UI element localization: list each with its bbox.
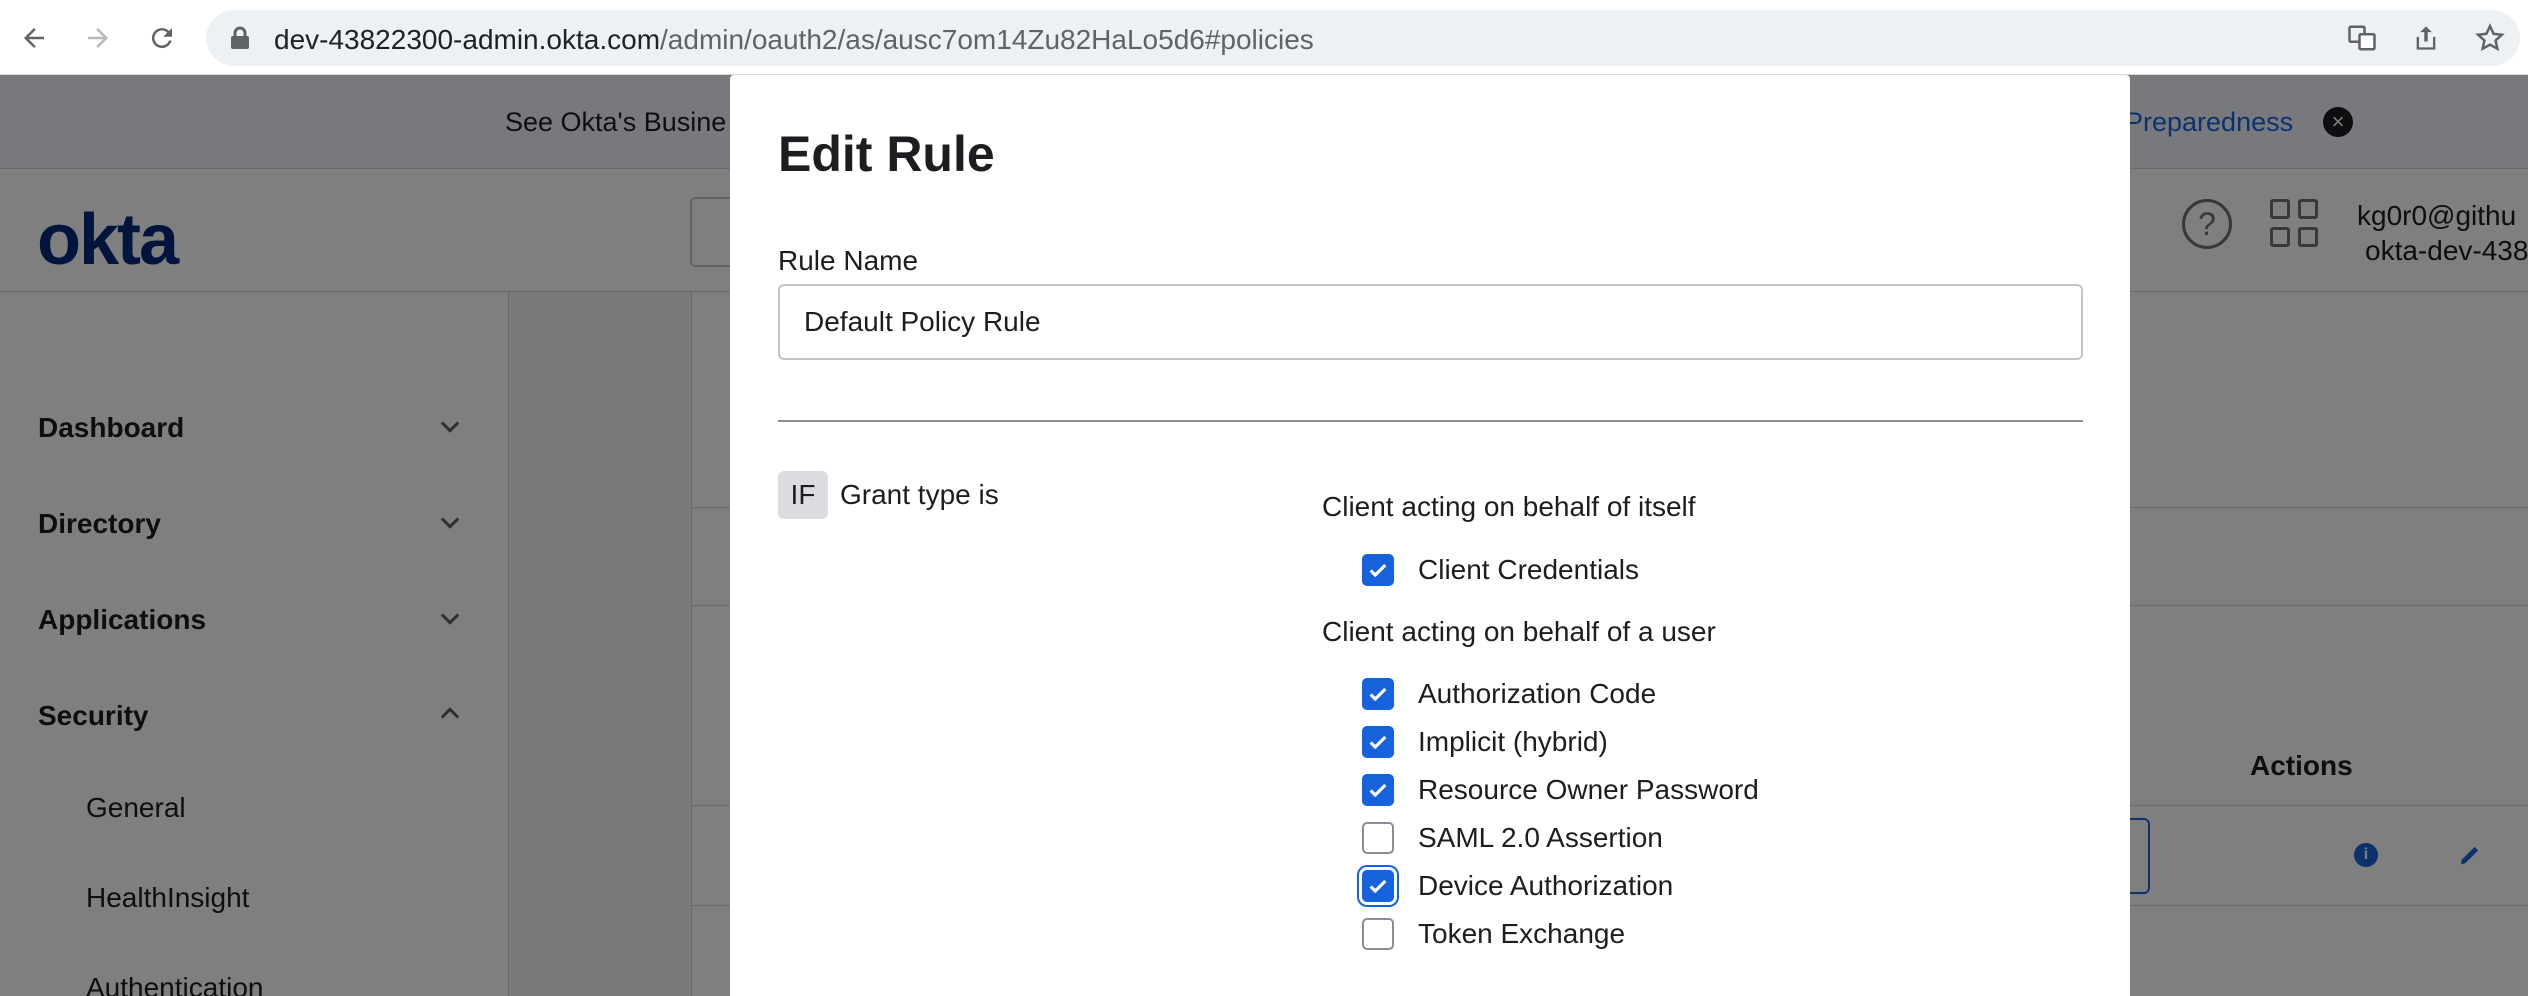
lock-icon[interactable] (230, 26, 250, 55)
checkmark-icon (1369, 879, 1387, 894)
share-icon[interactable] (2406, 18, 2446, 58)
reload-icon[interactable] (140, 16, 184, 60)
url-host: dev-43822300-admin.okta.com (274, 24, 661, 55)
if-badge: IF (778, 471, 828, 519)
address-bar[interactable]: dev-43822300-admin.okta.com/admin/oauth2… (206, 10, 2520, 66)
token-exchange-checkbox[interactable] (1362, 918, 1394, 950)
resource-owner-password-option[interactable]: Resource Owner Password (1362, 772, 1759, 808)
group-heading-user: Client acting on behalf of a user (1322, 616, 1716, 647)
implicit-hybrid-checkbox[interactable] (1362, 726, 1394, 758)
saml-assertion-label[interactable]: SAML 2.0 Assertion (1418, 822, 1663, 854)
checkmark-icon (1369, 687, 1387, 702)
device-authorization-option[interactable]: Device Authorization (1362, 868, 1673, 904)
authorization-code-label[interactable]: Authorization Code (1418, 678, 1656, 710)
browser-toolbar: dev-43822300-admin.okta.com/admin/oauth2… (0, 0, 2528, 75)
resource-owner-password-checkbox[interactable] (1362, 774, 1394, 806)
client-credentials-checkbox[interactable] (1362, 554, 1394, 586)
rule-name-label: Rule Name (778, 245, 919, 276)
saml-assertion-option[interactable]: SAML 2.0 Assertion (1362, 820, 1663, 856)
authorization-code-option[interactable]: Authorization Code (1362, 676, 1656, 712)
resource-owner-password-label[interactable]: Resource Owner Password (1418, 774, 1759, 806)
grant-type-label: Grant type is (840, 479, 999, 510)
client-credentials-label[interactable]: Client Credentials (1418, 554, 1639, 586)
token-exchange-option[interactable]: Token Exchange (1362, 916, 1625, 952)
dialog-title: Edit Rule (778, 126, 995, 182)
group-heading-self: Client acting on behalf of itself (1322, 491, 1696, 522)
implicit-hybrid-label[interactable]: Implicit (hybrid) (1418, 726, 1608, 758)
translate-icon[interactable] (2342, 18, 2382, 58)
implicit-hybrid-option[interactable]: Implicit (hybrid) (1362, 724, 1608, 760)
device-authorization-label[interactable]: Device Authorization (1418, 870, 1673, 902)
checkmark-icon (1369, 735, 1387, 750)
back-icon[interactable] (12, 16, 56, 60)
edit-rule-dialog: Edit Rule Rule Name IF Grant type is Cli… (730, 75, 2130, 996)
url-text: dev-43822300-admin.okta.com/admin/oauth2… (274, 24, 1314, 56)
divider (778, 420, 2083, 422)
client-credentials-option[interactable]: Client Credentials (1362, 552, 1639, 588)
checkmark-icon (1369, 563, 1387, 578)
authorization-code-checkbox[interactable] (1362, 678, 1394, 710)
token-exchange-label[interactable]: Token Exchange (1418, 918, 1625, 950)
checkmark-icon (1369, 783, 1387, 798)
device-authorization-checkbox[interactable] (1362, 870, 1394, 902)
forward-icon[interactable] (76, 16, 120, 60)
url-path: /admin/oauth2/as/ausc7om14Zu82HaLo5d6#po… (660, 24, 1314, 55)
saml-assertion-checkbox[interactable] (1362, 822, 1394, 854)
rule-name-input[interactable] (778, 284, 2083, 360)
bookmark-star-icon[interactable] (2470, 18, 2510, 58)
